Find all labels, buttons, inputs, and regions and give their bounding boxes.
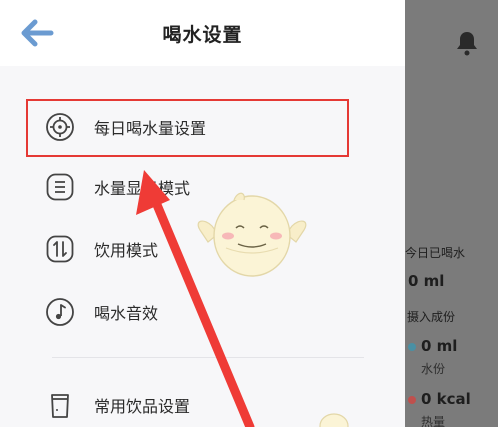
- heat-label: 热量: [421, 415, 446, 427]
- swap-icon: [46, 235, 74, 263]
- water-label: 水份: [421, 362, 446, 376]
- heat-value: 0 kcal: [421, 390, 471, 408]
- heat-dot: [408, 396, 416, 404]
- background-app-overlay[interactable]: 今日已喝水 0 ml 摄入成份 0 ml 水份 0 kcal 热量: [405, 0, 498, 427]
- music-note-icon: [46, 298, 74, 326]
- bell-icon: [457, 32, 477, 56]
- water-dot: [408, 343, 416, 351]
- highlight-box: [26, 99, 349, 157]
- menu-item-label: 喝水音效: [94, 304, 159, 323]
- page-title: 喝水设置: [162, 24, 243, 46]
- today-drink-label: 今日已喝水: [405, 246, 466, 260]
- mascot-partial-icon: [319, 413, 349, 427]
- menu-item-label: 常用饮品设置: [94, 397, 191, 416]
- menu-item-drink-sound[interactable]: 喝水音效: [30, 285, 360, 339]
- water-value: 0 ml: [421, 337, 458, 355]
- cup-icon: [51, 394, 69, 418]
- mascot-illustration: [197, 192, 307, 277]
- list-icon: [46, 173, 74, 201]
- menu-item-drinking-mode[interactable]: 饮用模式: [30, 222, 360, 276]
- drawer-header: 喝水设置: [0, 0, 405, 66]
- menu-item-label: 水量显示模式: [94, 179, 191, 198]
- menu-item-label: 饮用模式: [94, 241, 159, 260]
- intake-label: 摄入成份: [407, 310, 456, 324]
- menu-item-common-drinks[interactable]: 常用饮品设置: [30, 378, 360, 427]
- divider: [52, 357, 364, 358]
- menu-item-water-display-mode[interactable]: 水量显示模式: [30, 160, 360, 214]
- today-drink-value: 0 ml: [408, 272, 445, 290]
